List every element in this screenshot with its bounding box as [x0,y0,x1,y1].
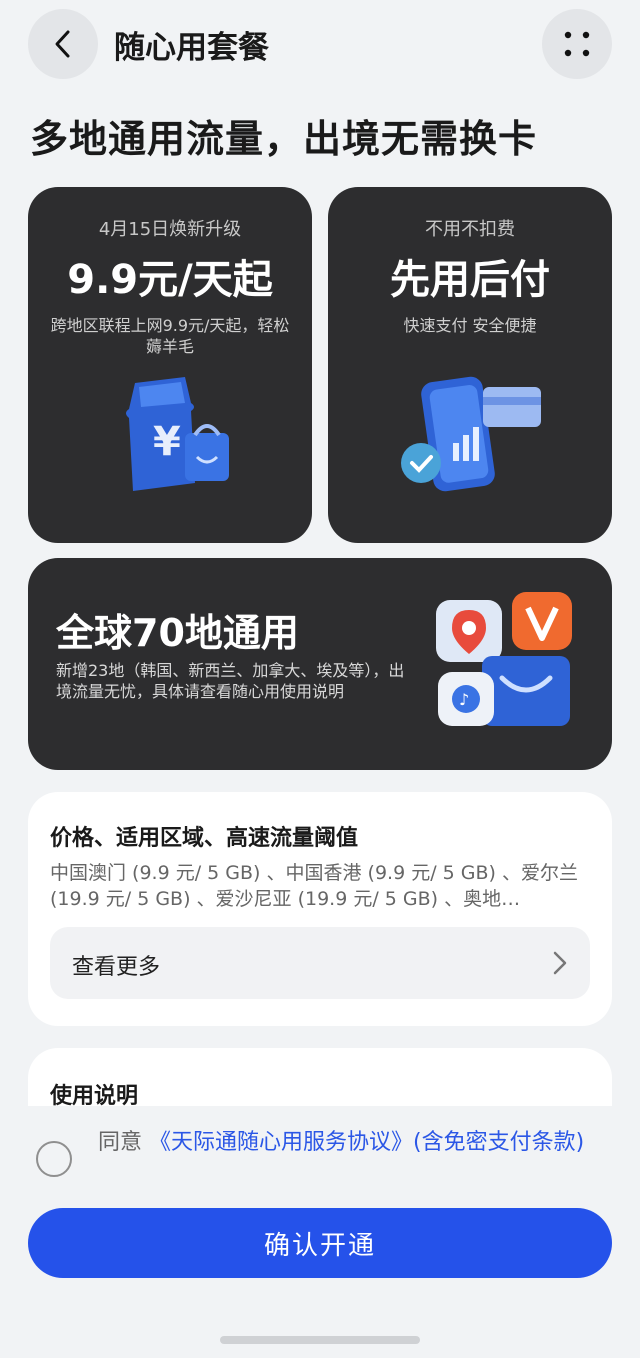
top-bar: 随心用套餐 [0,0,640,90]
yen-ticket-bag-icon: ¥ [28,373,312,503]
page-title: 随心用套餐 [114,30,269,66]
global-coverage-card: 全球70地通用 新增23地（韩国、新西兰、加拿大、埃及等），出境流量无忧，具体请… [28,558,612,770]
back-button[interactable] [28,9,98,79]
footer-bar: 同意 《天际通随心用服务协议》(含免密支付条款) 确认开通 [0,1106,640,1358]
agreement-prefix: 同意 [98,1130,149,1155]
pay-later-card: 不用不扣费 先用后付 快速支付 安全便捷 [328,187,612,543]
home-indicator [220,1336,420,1344]
agree-checkbox[interactable] [36,1141,72,1177]
price-card-subtitle: 4月15日焕新升级 [98,219,242,240]
view-more-button[interactable]: 查看更多 [50,927,590,999]
confirm-button[interactable]: 确认开通 [28,1208,612,1278]
headline: 多地通用流量，出境无需换卡 [30,117,538,161]
price-card-title: 9.9元/天起 [67,257,273,303]
pay-later-card-desc: 快速支付 安全便捷 [403,316,537,335]
price-region-panel: 价格、适用区域、高速流量阈值 中国澳门 (9.9 元/ 5 GB) 、中国香港 … [28,792,612,1026]
price-panel-title: 价格、适用区域、高速流量阈值 [50,826,359,851]
pay-later-card-subtitle: 不用不扣费 [425,219,515,240]
svg-text:¥: ¥ [153,419,181,465]
price-card-desc: 跨地区联程上网9.9元/天起，轻松薅羊毛 [50,316,290,356]
phone-card-check-icon [328,373,612,503]
svg-text:♪: ♪ [459,690,469,709]
price-card: 4月15日焕新升级 9.9元/天起 跨地区联程上网9.9元/天起，轻松薅羊毛 ¥ [28,187,312,543]
global-card-title: 全球70地通用 [56,611,299,655]
chevron-left-icon [55,30,70,58]
apps-bag-icon: ♪ [428,586,588,740]
agreement-text: 同意 《天际通随心用服务协议》(含免密支付条款) [98,1128,618,1158]
chevron-right-icon [553,951,567,975]
price-panel-text: 中国澳门 (9.9 元/ 5 GB) 、中国香港 (9.9 元/ 5 GB) 、… [50,862,578,910]
more-dots-icon [564,31,590,57]
more-button[interactable] [542,9,612,79]
pay-later-card-title: 先用后付 [390,257,550,303]
global-card-desc: 新增23地（韩国、新西兰、加拿大、埃及等），出境流量无忧，具体请查看随心用使用说… [56,661,405,701]
view-more-label: 查看更多 [72,955,161,980]
agreement-link[interactable]: 《天际通随心用服务协议》(含免密支付条款) [149,1130,584,1155]
